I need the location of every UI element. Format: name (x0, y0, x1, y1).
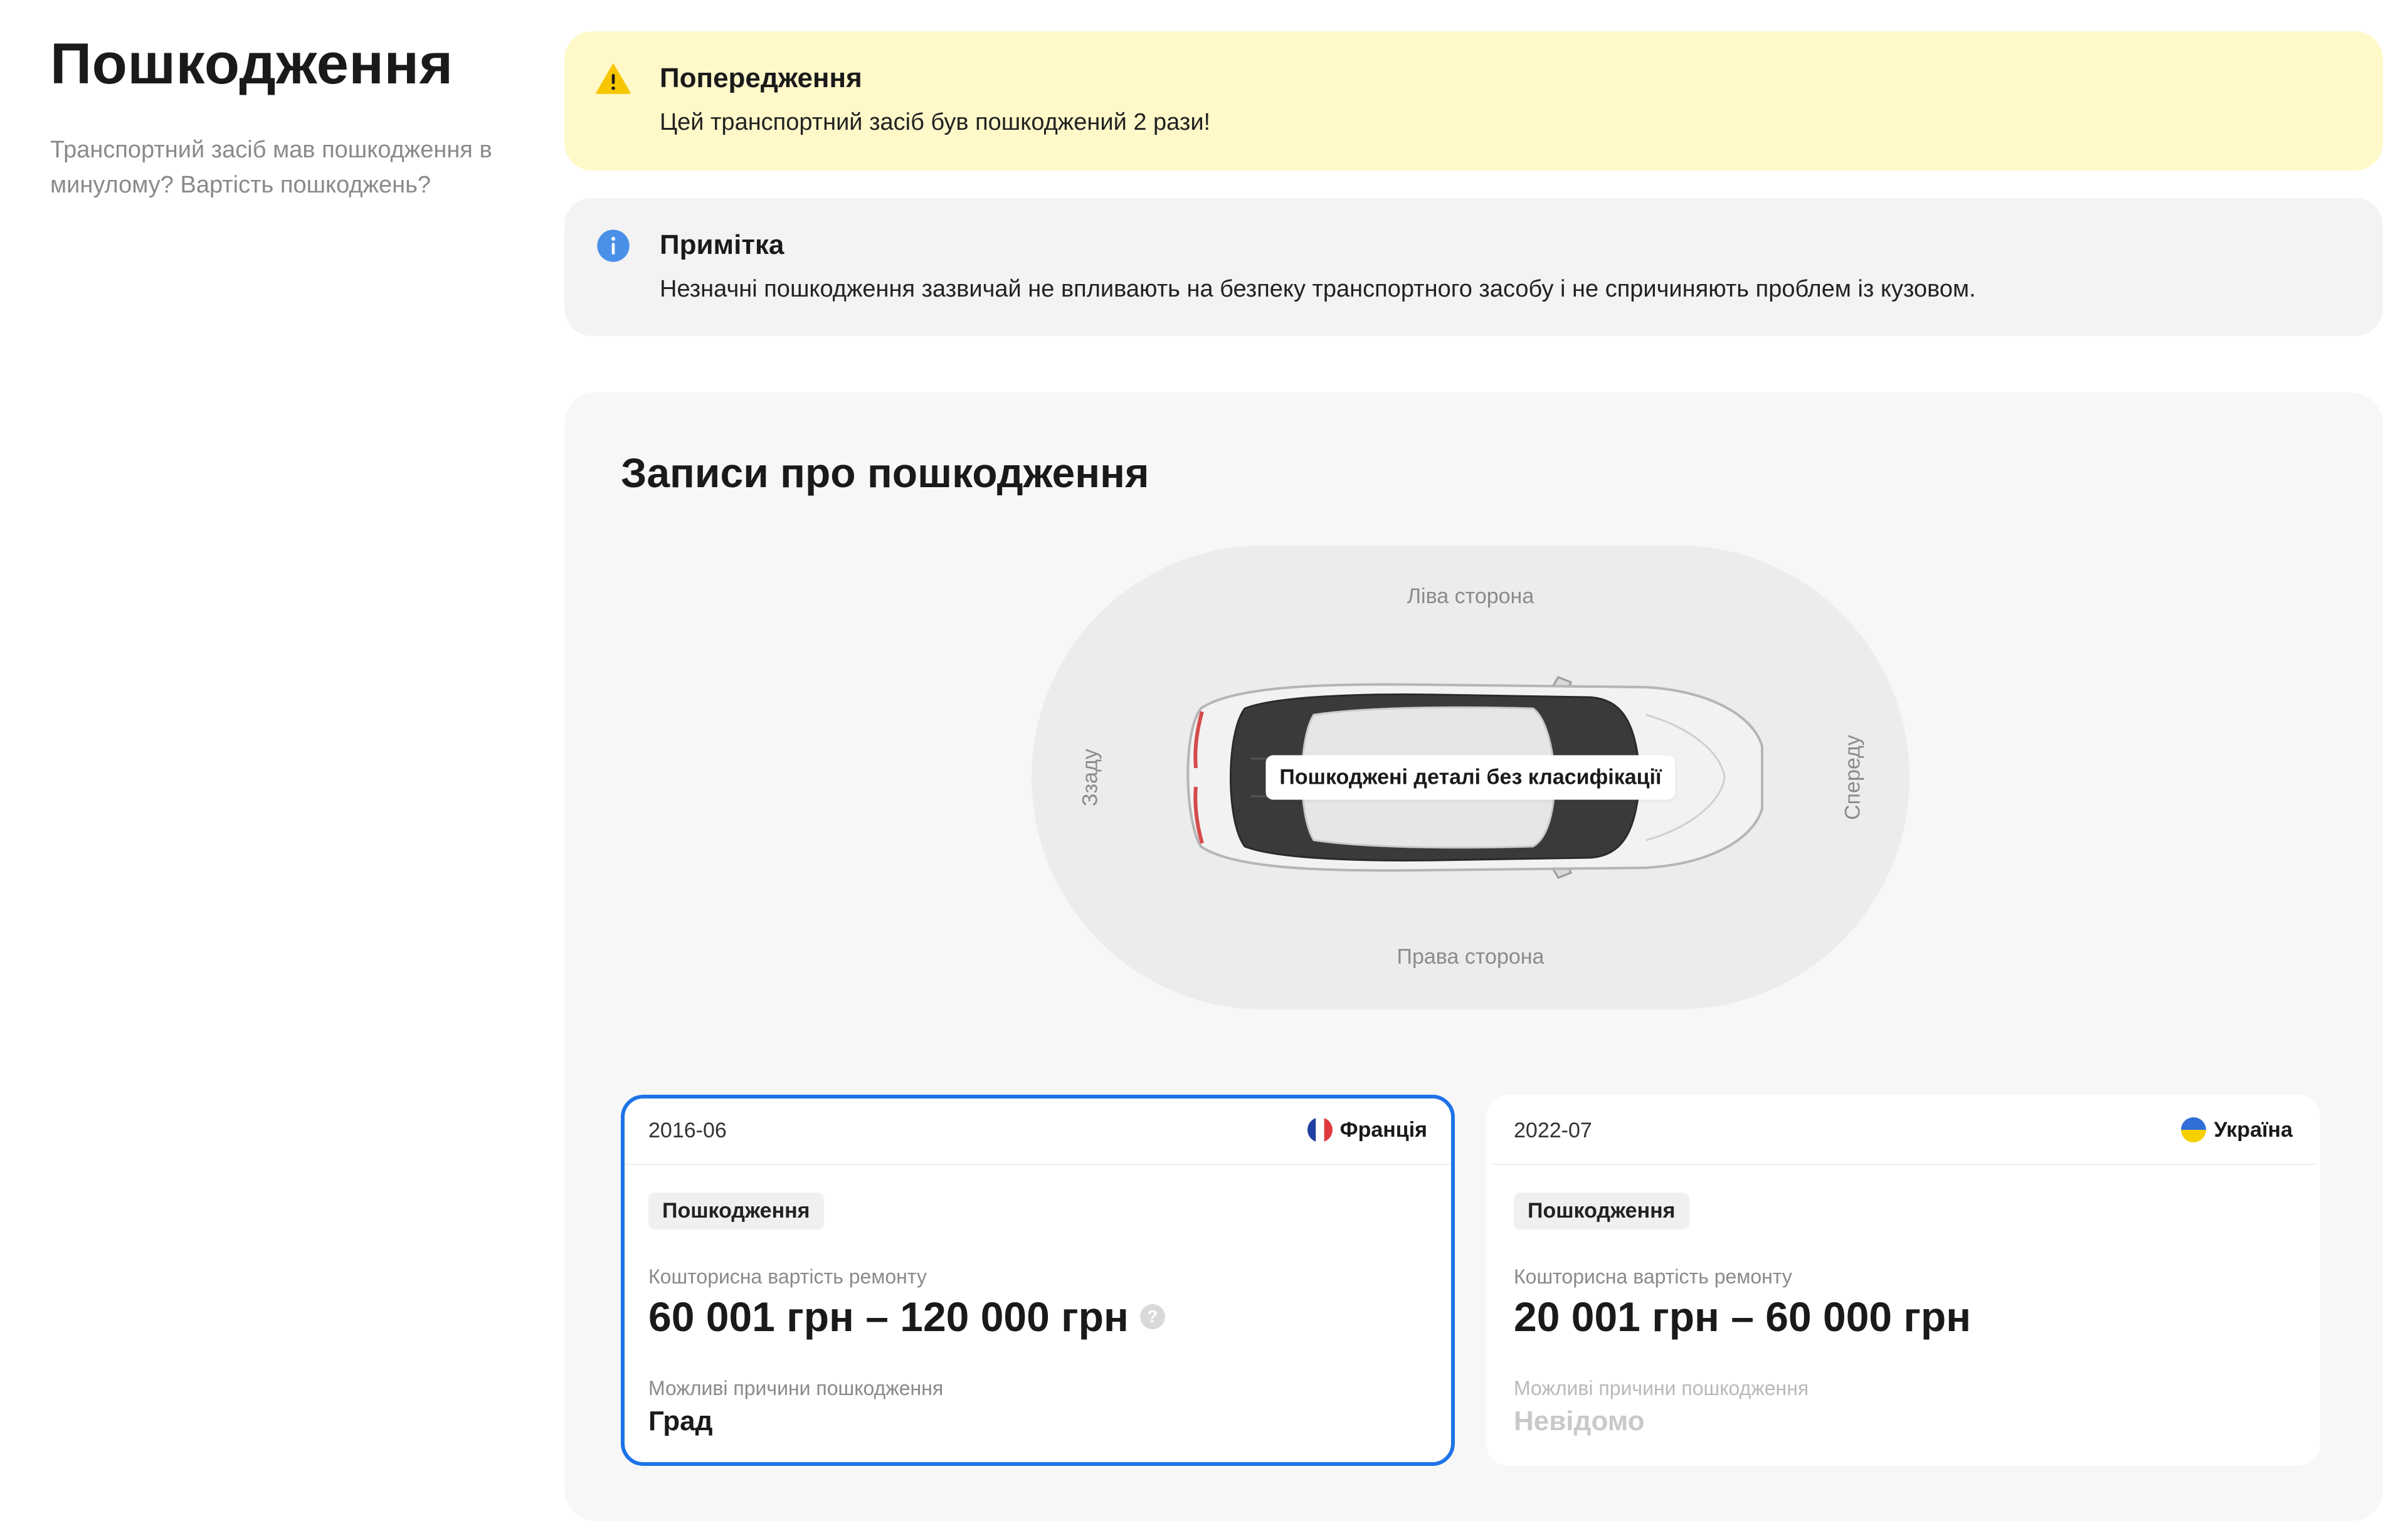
damage-type-badge: Пошкодження (1514, 1193, 1689, 1230)
estimate-value: 60 001 грн – 120 000 грн (648, 1293, 1129, 1340)
flag-france-icon (1307, 1117, 1333, 1142)
page-title: Пошкодження (50, 32, 453, 96)
estimate-value-row: 60 001 грн – 120 000 грн ? (648, 1293, 1165, 1340)
warning-title: Попередження (660, 63, 862, 93)
card-header: 2016-06 Франція (625, 1098, 1451, 1165)
warning-icon (596, 64, 631, 94)
record-country: Франція (1307, 1117, 1427, 1142)
record-country: Україна (2181, 1117, 2293, 1142)
section-header: Пошкодження Транспортний засіб мав пошко… (50, 31, 514, 203)
car-damage-diagram: Ліва сторона Права сторона Ззаду Спереду… (1032, 545, 1909, 1009)
country-name: Україна (2214, 1117, 2293, 1142)
unclassified-damage-badge: Пошкоджені деталі без класифікації (1265, 755, 1676, 800)
cause-label: Можливі причини пошкодження (1514, 1377, 1809, 1399)
record-date: 2022-07 (1514, 1119, 1592, 1142)
cause-label: Можливі причини пошкодження (648, 1377, 944, 1399)
estimate-label: Кошторисна вартість ремонту (1514, 1265, 1792, 1288)
estimate-label: Кошторисна вартість ремонту (648, 1265, 927, 1288)
records-title: Записи про пошкодження (621, 450, 1149, 496)
cause-value: Невідомо (1514, 1406, 1645, 1436)
damage-record-card[interactable]: 2022-07 Україна Пошкодження Кошторисна в… (1486, 1095, 2320, 1466)
damage-records-panel: Записи про пошкодження Ліва сторона Прав… (564, 392, 2383, 1521)
flag-ukraine-icon (2181, 1117, 2207, 1142)
card-header: 2022-07 Україна (1490, 1098, 2316, 1165)
page-subtitle: Транспортний засіб мав пошкодження в мин… (50, 137, 492, 198)
rear-label: Ззаду (1078, 749, 1102, 806)
info-icon (597, 229, 630, 262)
front-label: Спереду (1840, 735, 1865, 820)
country-name: Франція (1339, 1117, 1427, 1142)
warning-text: Цей транспортний засіб був пошкоджений 2… (660, 109, 1211, 135)
right-side-label: Права сторона (1397, 945, 1545, 969)
record-date: 2016-06 (648, 1119, 727, 1142)
damage-type-badge: Пошкодження (648, 1193, 824, 1230)
note-text: Незначні пошкодження зазвичай не впливаю… (660, 276, 1976, 302)
damage-record-card[interactable]: 2016-06 Франція Пошкодження Кошторисна в… (621, 1095, 1455, 1466)
cause-value: Град (648, 1406, 713, 1436)
help-icon[interactable]: ? (1139, 1304, 1165, 1329)
note-title: Примітка (660, 229, 784, 260)
note-alert: Примітка Незначні пошкодження зазвичай н… (564, 198, 2383, 336)
warning-alert: Попередження Цей транспортний засіб був … (564, 31, 2383, 171)
estimate-value: 20 001 грн – 60 000 грн (1514, 1293, 1972, 1340)
estimate-value-row: 20 001 грн – 60 000 грн (1514, 1293, 1971, 1340)
left-side-label: Ліва сторона (1407, 584, 1534, 608)
